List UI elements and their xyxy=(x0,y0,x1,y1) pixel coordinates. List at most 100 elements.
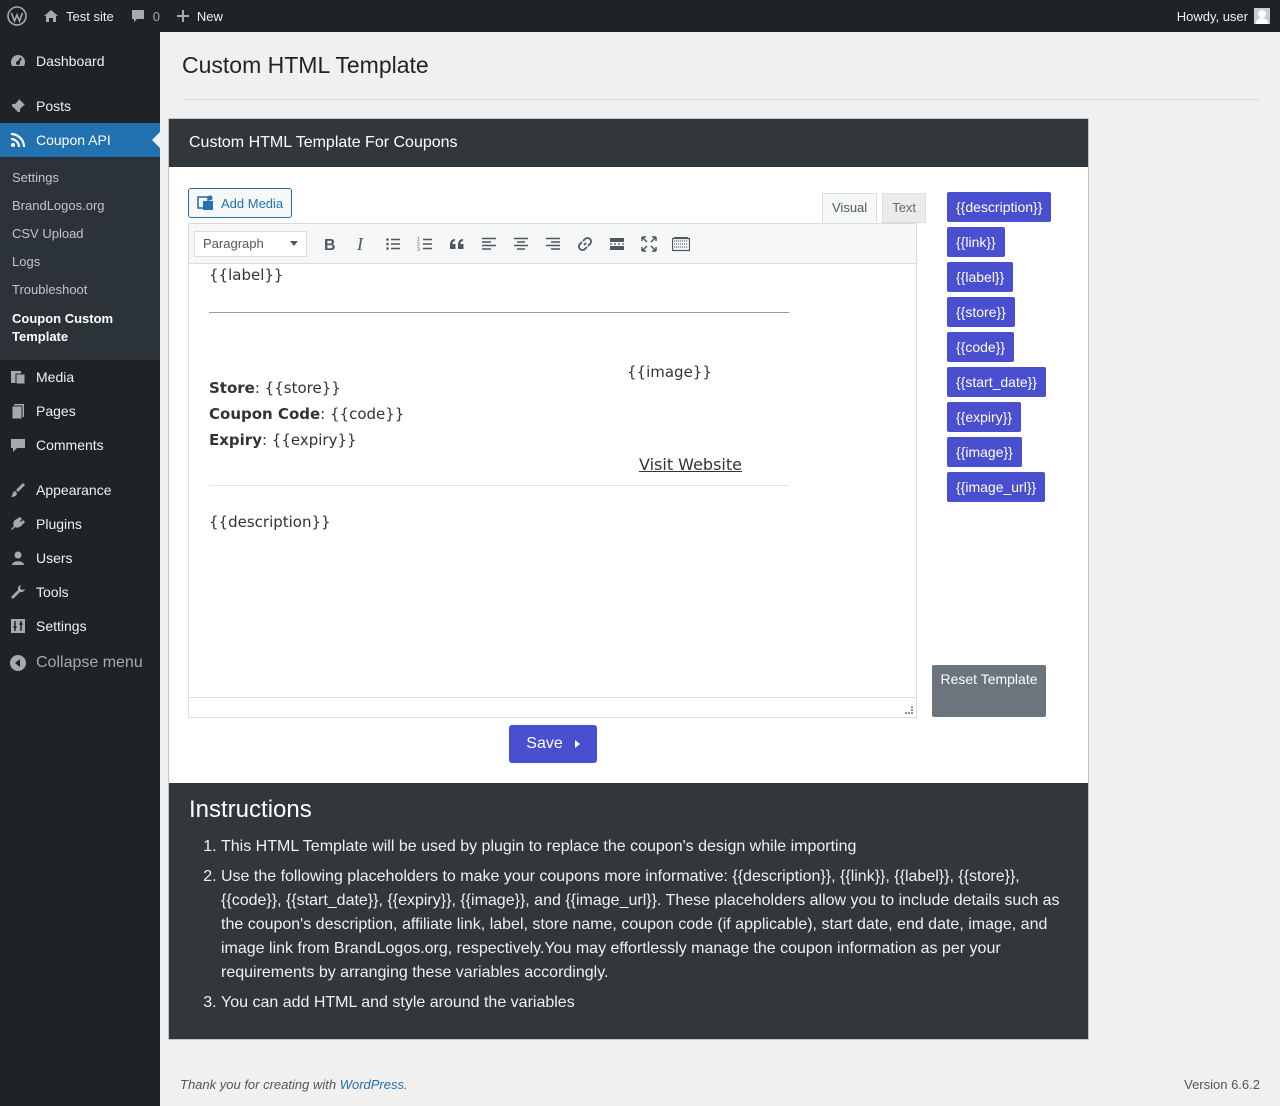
page-title: Custom HTML Template xyxy=(182,52,429,78)
fullscreen-icon xyxy=(641,235,657,252)
label-placeholder: {{label}} xyxy=(209,266,284,284)
bold-button[interactable]: B xyxy=(313,229,345,259)
placeholder-link-button[interactable]: {{link}} xyxy=(947,227,1005,257)
submenu-troubleshoot[interactable]: Troubleshoot xyxy=(0,276,160,304)
align-center-icon xyxy=(514,237,528,250)
footer-text: Thank you for creating with xyxy=(180,1077,340,1092)
placeholder-start-date-button[interactable]: {{start_date}} xyxy=(947,367,1046,397)
placeholder-code-button[interactable]: {{code}} xyxy=(947,332,1015,362)
placeholder-image-url-button[interactable]: {{image_url}} xyxy=(947,472,1046,502)
align-left-button[interactable] xyxy=(473,229,505,259)
wordpress-link[interactable]: WordPress xyxy=(340,1077,404,1092)
submenu-logs[interactable]: Logs xyxy=(0,248,160,276)
instructions-panel: Instructions This HTML Template will be … xyxy=(169,783,1088,1039)
add-media-button[interactable]: Add Media xyxy=(188,188,293,218)
instruction-item: This HTML Template will be used by plugi… xyxy=(221,835,1068,859)
svg-text:I: I xyxy=(356,236,364,252)
coupon-details: Store: {{store}} Coupon Code: {{code}} E… xyxy=(209,375,404,453)
expiry-key: Expiry xyxy=(209,431,262,449)
menu-users[interactable]: Users xyxy=(0,541,160,575)
card-title: Custom HTML Template For Coupons xyxy=(169,119,1088,167)
placeholder-image-button[interactable]: {{image}} xyxy=(947,437,1022,467)
menu-comments[interactable]: Comments xyxy=(0,428,160,462)
svg-text:3: 3 xyxy=(417,247,420,252)
svg-text:B: B xyxy=(324,237,336,252)
my-account[interactable]: Howdy, user xyxy=(1177,8,1280,24)
instructions-title: Instructions xyxy=(189,796,312,823)
placeholder-label-button[interactable]: {{label}} xyxy=(947,262,1014,292)
menu-appearance[interactable]: Appearance xyxy=(0,473,160,507)
submenu-coupon-custom-template[interactable]: Coupon Custom Template xyxy=(0,304,160,352)
brush-icon xyxy=(9,481,27,499)
site-name-link[interactable]: Test site xyxy=(35,0,122,32)
align-right-button[interactable] xyxy=(537,229,569,259)
save-button[interactable]: Save xyxy=(509,725,597,763)
comments-link[interactable]: 0 xyxy=(122,0,168,32)
format-select[interactable]: Paragraph xyxy=(194,230,307,257)
expiry-value: : {{expiry}} xyxy=(261,431,357,449)
submenu-brandlogos[interactable]: BrandLogos.org xyxy=(0,192,160,220)
blockquote-button[interactable] xyxy=(441,229,473,259)
menu-posts[interactable]: Posts xyxy=(0,89,160,123)
fullscreen-button[interactable] xyxy=(633,229,665,259)
tab-visual[interactable]: Visual xyxy=(822,193,878,223)
instruction-item: Use the following placeholders to make y… xyxy=(221,865,1068,985)
read-more-button[interactable] xyxy=(601,229,633,259)
align-right-icon xyxy=(546,237,560,250)
avatar xyxy=(1254,8,1270,24)
template-card: Custom HTML Template For Coupons Add Med… xyxy=(168,118,1089,1040)
menu-media[interactable]: Media xyxy=(0,360,160,394)
quote-icon xyxy=(450,238,464,249)
coupon-api-submenu: Settings BrandLogos.org CSV Upload Logs … xyxy=(0,157,160,360)
menu-tools[interactable]: Tools xyxy=(0,575,160,609)
numbered-list-icon: 123 xyxy=(417,237,432,252)
image-placeholder: {{image}} xyxy=(627,363,712,381)
reset-template-button[interactable]: Reset Template xyxy=(932,665,1046,717)
italic-icon: I xyxy=(356,236,364,252)
bullet-list-button[interactable] xyxy=(377,229,409,259)
resize-handle[interactable] xyxy=(905,706,913,714)
placeholder-description-button[interactable]: {{description}} xyxy=(947,192,1052,222)
wordpress-icon xyxy=(7,6,27,26)
menu-pages[interactable]: Pages xyxy=(0,394,160,428)
wordpress-logo[interactable] xyxy=(0,0,35,32)
submenu-settings[interactable]: Settings xyxy=(0,164,160,192)
wrench-icon xyxy=(9,583,27,601)
numbered-list-button[interactable]: 123 xyxy=(409,229,441,259)
editor-content[interactable]: {{label}} {{image}} Store: {{store}} Cou… xyxy=(189,264,916,697)
menu-plugins[interactable]: Plugins xyxy=(0,507,160,541)
menu-label: Coupon API xyxy=(36,132,111,148)
submenu-csv-upload[interactable]: CSV Upload xyxy=(0,220,160,248)
link-icon xyxy=(578,236,592,251)
code-line: Coupon Code: {{code}} xyxy=(209,401,404,427)
plus-icon xyxy=(176,9,190,23)
toolbar-toggle-button[interactable] xyxy=(665,229,697,259)
menu-settings[interactable]: Settings xyxy=(0,609,160,643)
placeholder-expiry-button[interactable]: {{expiry}} xyxy=(947,402,1022,432)
sliders-icon xyxy=(9,617,27,635)
italic-button[interactable]: I xyxy=(345,229,377,259)
visit-website-link[interactable]: Visit Website xyxy=(639,455,742,474)
bold-icon: B xyxy=(324,237,336,252)
menu-label: Pages xyxy=(36,403,76,419)
menu-dashboard[interactable]: Dashboard xyxy=(0,44,160,78)
align-center-button[interactable] xyxy=(505,229,537,259)
menu-label: Plugins xyxy=(36,516,82,532)
description-placeholder: {{description}} xyxy=(209,513,331,531)
site-name: Test site xyxy=(66,8,114,24)
expiry-line: Expiry: {{expiry}} xyxy=(209,427,404,453)
collapse-menu-button[interactable]: Collapse menu xyxy=(0,646,160,680)
caret-right-icon xyxy=(574,740,580,748)
menu-coupon-api[interactable]: Coupon API xyxy=(0,123,160,157)
save-label: Save xyxy=(526,735,563,752)
editor-tabs: Visual Text xyxy=(817,193,927,223)
new-label: New xyxy=(196,8,223,24)
insert-link-button[interactable] xyxy=(569,229,601,259)
menu-label: Posts xyxy=(36,98,72,114)
chevron-down-icon xyxy=(290,241,298,246)
placeholder-store-button[interactable]: {{store}} xyxy=(947,297,1015,327)
tab-text[interactable]: Text xyxy=(882,193,927,223)
new-content-link[interactable]: New xyxy=(168,0,231,32)
collapse-label: Collapse menu xyxy=(36,654,143,671)
keyboard-icon xyxy=(672,236,690,251)
